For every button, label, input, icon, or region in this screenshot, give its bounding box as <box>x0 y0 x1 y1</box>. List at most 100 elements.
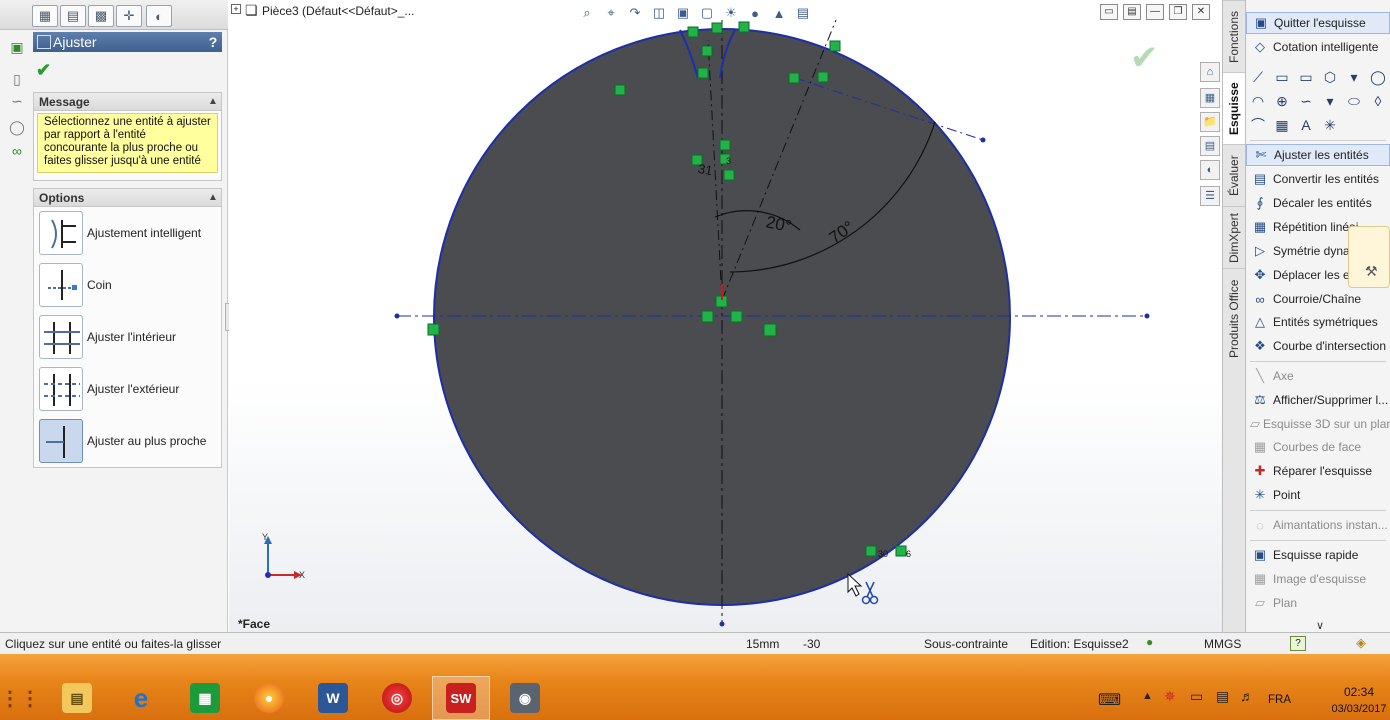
endpoint[interactable] <box>719 621 725 627</box>
sketch3d-on-plane-button[interactable]: ▱ Esquisse 3D sur un plan <box>1246 413 1390 435</box>
previous-view-icon[interactable]: ↷ <box>626 4 644 22</box>
option-smart-trim[interactable]: Ajustement intelligent <box>34 207 221 259</box>
polygon-icon[interactable]: ⬡ <box>1318 69 1342 86</box>
sketch-picture-button[interactable]: ▦ Image d'esquisse <box>1246 568 1390 590</box>
tab-produits-office[interactable]: Produits Office <box>1223 268 1245 368</box>
file-explorer-icon[interactable]: 📁 <box>1200 112 1220 132</box>
arc-icon[interactable]: ◠ <box>1246 93 1270 110</box>
minimize-button[interactable]: — <box>1146 4 1164 20</box>
view-settings-icon[interactable]: ▤ <box>794 4 812 22</box>
plane-button[interactable]: ▱ Plan <box>1246 592 1390 614</box>
collapse-icon[interactable]: ▲ <box>205 192 221 203</box>
tag-icon[interactable]: ◈ <box>1356 635 1366 651</box>
trim-inside-icon[interactable] <box>39 315 83 359</box>
section-view-icon[interactable]: ◫ <box>650 4 668 22</box>
collapse-icon[interactable]: ▲ <box>205 96 221 107</box>
view-orientation-icon[interactable]: ▣ <box>674 4 692 22</box>
endpoint[interactable] <box>980 137 986 143</box>
dimxpert-manager-tab[interactable]: ✛ <box>116 5 142 27</box>
configuration-manager-tab[interactable]: ▩ <box>88 5 114 27</box>
scene-icon[interactable]: ▲ <box>770 4 788 22</box>
quick-snaps-button[interactable]: ◌ Aimantations instan... <box>1246 514 1390 536</box>
graphics-area[interactable]: 20° 70° 3 31 30 6 Y X <box>229 0 1222 632</box>
convert-entities-button[interactable]: ▤ Convertir les entités <box>1246 168 1390 190</box>
options-header[interactable]: Options ▲ <box>34 189 221 207</box>
text-a-icon[interactable]: A <box>1294 117 1318 133</box>
rectangle-icon[interactable]: ▭ <box>1270 69 1294 86</box>
show-hide-relations-button[interactable]: ⚖ Afficher/Supprimer l... <box>1246 389 1390 411</box>
tab-dimxpert[interactable]: DimXpert <box>1223 206 1245 268</box>
spline-icon[interactable]: ∽ <box>1294 93 1318 110</box>
message-header[interactable]: Message ▲ <box>34 93 221 111</box>
more-commands-chevron-icon[interactable]: ∨ <box>1316 619 1324 632</box>
circle-icon[interactable]: ◯ <box>1366 69 1390 86</box>
tile-icon[interactable]: ▤ <box>1123 4 1141 20</box>
option-trim-inside[interactable]: Ajuster l'intérieur <box>34 311 221 363</box>
taskbar-explorer[interactable]: ▤ <box>48 676 106 720</box>
tab-esquisse[interactable]: Esquisse <box>1223 72 1245 144</box>
tab-fonctions[interactable]: Fonctions <box>1223 0 1245 72</box>
acrobat-icon[interactable]: ✵ <box>1164 688 1176 705</box>
taskbar-ie[interactable]: e <box>112 676 170 720</box>
zoom-area-icon[interactable]: ⌖ <box>602 4 620 22</box>
offset-entities-button[interactable]: ∮ Décaler les entités <box>1246 192 1390 214</box>
volume-icon[interactable]: ♬ <box>1240 688 1254 704</box>
point-icon[interactable]: ✳ <box>1318 117 1342 134</box>
endpoint[interactable] <box>394 313 400 319</box>
view-palette-icon[interactable]: ▤ <box>1200 136 1220 156</box>
trim-outside-icon[interactable] <box>39 367 83 411</box>
line-icon[interactable]: ⟋ <box>1246 69 1270 86</box>
zoom-to-fit-icon[interactable]: ⌕ <box>578 4 596 22</box>
confirmation-corner-icon[interactable]: ✔ <box>1130 38 1159 78</box>
taskbar-network-app[interactable]: ◎ <box>368 676 426 720</box>
tree-expand-toggle[interactable]: + <box>231 4 241 14</box>
trim-entities-button[interactable]: ✄ Ajuster les entités <box>1246 144 1390 166</box>
taskbar-video-app[interactable]: ◉ <box>496 676 554 720</box>
hide-show-icon[interactable]: ☀ <box>722 4 740 22</box>
smart-dimension-button[interactable]: ◇ Cotation intelligente <box>1246 36 1390 58</box>
display-style-icon[interactable]: ▢ <box>698 4 716 22</box>
repair-sketch-button[interactable]: ✚ Réparer l'esquisse <box>1246 460 1390 482</box>
tray-expand-icon[interactable]: ▲ <box>1142 690 1153 702</box>
rapid-sketch-button[interactable]: ▣ Esquisse rapide <box>1246 544 1390 566</box>
design-library-icon[interactable]: ▦ <box>1200 88 1220 108</box>
tab-evaluer[interactable]: Évaluer <box>1223 144 1245 206</box>
sketch-icon[interactable]: ▣ <box>8 38 26 56</box>
symmetric-entities-button[interactable]: △ Entités symétriques <box>1246 311 1390 333</box>
belt-chain-button[interactable]: ∞ Courroie/Chaîne <box>1246 288 1390 310</box>
ok-check-icon[interactable]: ✔ <box>36 60 51 81</box>
help-icon[interactable]: ? <box>204 34 222 50</box>
point-button[interactable]: ✳ Point <box>1246 484 1390 506</box>
network-icon[interactable]: ▤ <box>1216 688 1229 705</box>
face-curves-button[interactable]: ▦ Courbes de face <box>1246 436 1390 458</box>
taskbar-store[interactable]: ▦ <box>176 676 234 720</box>
language-indicator[interactable]: FRA <box>1268 694 1291 706</box>
clock-time[interactable]: 02:34 <box>1330 685 1388 699</box>
ellipse-icon[interactable]: ⬭ <box>1342 93 1366 110</box>
endpoint[interactable] <box>1144 313 1150 319</box>
display-manager-tab[interactable]: ◐ <box>146 5 172 27</box>
centerline-axis-button[interactable]: ╲ Axe <box>1246 365 1390 387</box>
display-icon[interactable]: ▭ <box>1190 688 1203 705</box>
intersection-curve-button[interactable]: ❖ Courbe d'intersection <box>1246 335 1390 357</box>
rebuild-icon[interactable]: ● <box>1146 635 1153 649</box>
appearances-icon[interactable]: ◐ <box>1200 160 1220 180</box>
close-button[interactable]: ✕ <box>1192 4 1210 20</box>
sketch-canvas[interactable]: 20° 70° 3 31 30 6 Y X <box>229 0 1222 632</box>
tile-icon[interactable]: ▭ <box>1100 4 1118 20</box>
feature-manager-tab[interactable]: ▦ <box>32 5 58 27</box>
slot-icon[interactable]: ▭ <box>1294 69 1318 86</box>
text-tool-icon[interactable]: ◊ <box>1366 93 1390 109</box>
option-trim-closest[interactable]: Ajuster au plus proche <box>34 415 221 467</box>
home-icon[interactable]: ⌂ <box>1200 62 1220 82</box>
taskbar-solidworks[interactable]: SW <box>432 676 490 720</box>
fillet-icon[interactable]: ⌒ <box>1246 115 1270 135</box>
appearance-icon[interactable]: ● <box>746 4 764 22</box>
status-help-button[interactable]: ? <box>1290 636 1306 651</box>
dropdown-icon[interactable]: ▾ <box>1318 93 1342 110</box>
quit-sketch-button[interactable]: ▣ Quitter l'esquisse <box>1246 12 1390 34</box>
status-units[interactable]: MMGS <box>1204 637 1241 651</box>
smart-trim-icon[interactable] <box>39 211 83 255</box>
keyboard-icon[interactable]: ⌨ <box>1098 690 1121 710</box>
taskbar-firefox[interactable]: ● <box>240 676 298 720</box>
